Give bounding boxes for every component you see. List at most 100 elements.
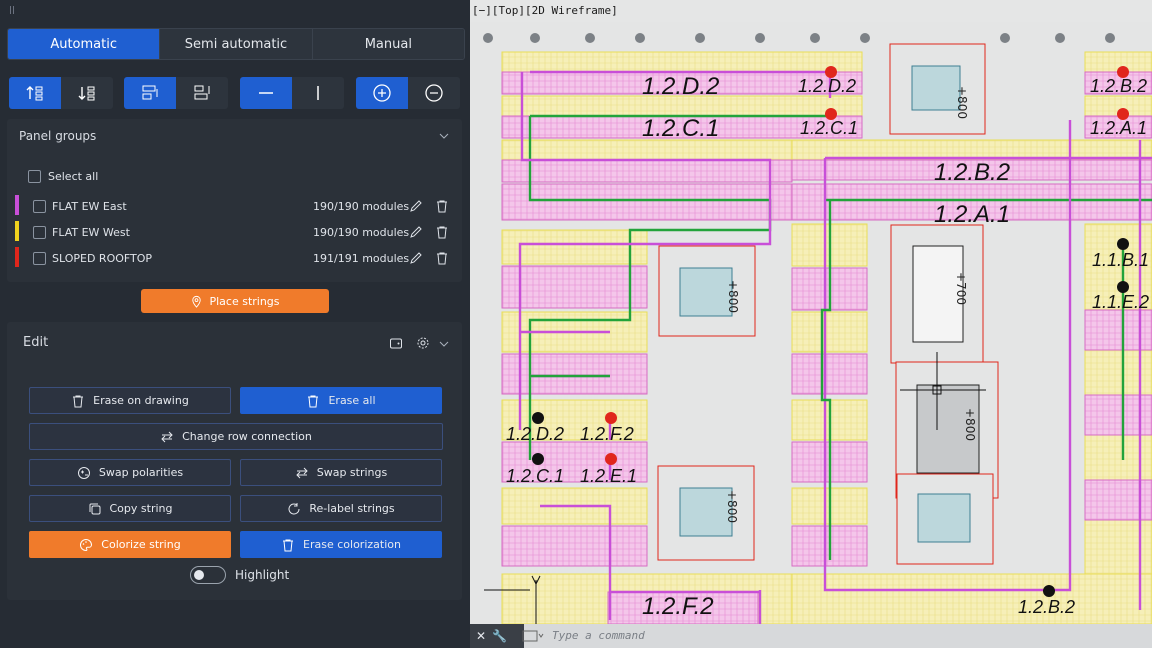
pencil-icon[interactable] bbox=[409, 199, 423, 213]
swap-arrows-icon bbox=[296, 467, 308, 478]
align-columns-button[interactable] bbox=[176, 77, 228, 109]
group-modules-east: 190/190 modules bbox=[313, 200, 410, 213]
group-name-sloped: SLOPED ROOFTOP bbox=[52, 252, 153, 265]
group-color-sloped bbox=[15, 247, 19, 267]
wrench-icon[interactable]: 🔧 bbox=[492, 629, 507, 643]
dim-label: +800 bbox=[726, 280, 740, 313]
string-label: 1.2.F.2 bbox=[580, 424, 634, 444]
align-toolbar bbox=[124, 77, 228, 109]
panel-groups-title: Panel groups bbox=[19, 129, 97, 143]
vertical-line-button[interactable] bbox=[292, 77, 344, 109]
gear-icon[interactable] bbox=[416, 336, 430, 350]
sort-descending-icon bbox=[78, 86, 95, 101]
group-name-east: FLAT EW East bbox=[52, 200, 127, 213]
chevron-down-icon[interactable] bbox=[439, 339, 449, 349]
copy-string-label: Copy string bbox=[109, 502, 173, 515]
line-toolbar bbox=[240, 77, 344, 109]
drawing-canvas[interactable]: +800 +700 +800 +800 +800 1.2.D.2 1.2.D.2… bbox=[470, 0, 1152, 648]
polarity-icon bbox=[77, 466, 90, 479]
string-label: 1.2.B.2 bbox=[1090, 76, 1147, 96]
command-tools: ✕ 🔧 bbox=[470, 624, 524, 648]
group-checkbox-east[interactable] bbox=[33, 200, 46, 213]
close-icon[interactable]: ✕ bbox=[476, 629, 486, 643]
trash-icon bbox=[73, 395, 84, 407]
select-all-label: Select all bbox=[48, 170, 99, 183]
add-button[interactable] bbox=[356, 77, 408, 109]
trash-icon bbox=[308, 395, 319, 407]
tab-automatic[interactable]: Automatic bbox=[8, 29, 161, 59]
copy-string-button[interactable]: Copy string bbox=[29, 495, 231, 522]
drag-grip-icon[interactable] bbox=[10, 6, 14, 14]
highlight-toggle[interactable] bbox=[190, 566, 226, 584]
remove-button[interactable] bbox=[408, 77, 460, 109]
change-row-connection-button[interactable]: Change row connection bbox=[29, 423, 443, 450]
string-label: 1.2.D.2 bbox=[642, 73, 719, 100]
swap-strings-button[interactable]: Swap strings bbox=[240, 459, 442, 486]
highlight-label: Highlight bbox=[235, 568, 290, 582]
toggle-knob bbox=[194, 570, 204, 580]
trash-icon[interactable] bbox=[435, 199, 449, 213]
string-label: 1.2.A.1 bbox=[934, 201, 1010, 228]
swap-polarities-button[interactable]: Swap polarities bbox=[29, 459, 231, 486]
string-label: 1.2.D.2 bbox=[798, 76, 856, 96]
swap-arrows-icon bbox=[161, 431, 173, 442]
trash-icon[interactable] bbox=[435, 251, 449, 265]
place-strings-button[interactable]: Place strings bbox=[141, 289, 329, 313]
select-all-checkbox[interactable] bbox=[28, 170, 41, 183]
relabel-strings-button[interactable]: Re-label strings bbox=[240, 495, 442, 522]
zoom-toolbar bbox=[356, 77, 460, 109]
erase-on-drawing-button[interactable]: Erase on drawing bbox=[29, 387, 231, 414]
plus-circle-icon bbox=[373, 84, 391, 102]
sort-descending-button[interactable] bbox=[61, 77, 113, 109]
cad-viewport[interactable]: [−][Top][2D Wireframe] +800 +700 +800 +8… bbox=[470, 0, 1152, 648]
swap-strings-label: Swap strings bbox=[316, 466, 388, 479]
align-columns-icon bbox=[194, 85, 210, 100]
chevron-down-icon[interactable] bbox=[439, 131, 449, 141]
string-label: 1.2.F.2 bbox=[642, 593, 714, 620]
erase-on-drawing-label: Erase on drawing bbox=[93, 394, 189, 407]
group-color-west bbox=[15, 221, 19, 241]
place-strings-label: Place strings bbox=[209, 294, 280, 308]
trash-icon[interactable] bbox=[435, 225, 449, 239]
command-prompt-icon[interactable] bbox=[522, 630, 544, 642]
group-checkbox-west[interactable] bbox=[33, 226, 46, 239]
string-label: 1.2.E.1 bbox=[580, 466, 637, 486]
align-rows-icon bbox=[142, 85, 158, 100]
pencil-icon[interactable] bbox=[409, 251, 423, 265]
command-bar: ✕ 🔧 Type a command bbox=[470, 624, 1152, 648]
string-label: 1.1.B.1 bbox=[1092, 250, 1149, 270]
string-label: 1.1.E.2 bbox=[1092, 292, 1149, 312]
string-label: 1.2.C.1 bbox=[800, 118, 858, 138]
dim-label: +700 bbox=[954, 272, 968, 305]
colorize-string-button[interactable]: Colorize string bbox=[29, 531, 231, 558]
minus-circle-icon bbox=[425, 84, 443, 102]
edit-title: Edit bbox=[23, 335, 49, 350]
string-label: 1.2.B.2 bbox=[1018, 597, 1075, 617]
sort-ascending-icon bbox=[26, 86, 43, 101]
copy-icon bbox=[89, 503, 100, 514]
pencil-icon[interactable] bbox=[409, 225, 423, 239]
dim-label: +800 bbox=[963, 408, 977, 441]
group-name-west: FLAT EW West bbox=[52, 226, 130, 239]
command-input[interactable]: Type a command bbox=[552, 629, 645, 642]
horizontal-line-icon bbox=[259, 92, 273, 94]
group-color-east bbox=[15, 195, 19, 215]
horizontal-line-button[interactable] bbox=[240, 77, 292, 109]
align-rows-button[interactable] bbox=[124, 77, 176, 109]
palette-icon bbox=[80, 538, 93, 551]
tab-semi-automatic[interactable]: Semi automatic bbox=[160, 29, 313, 59]
relabel-strings-label: Re-label strings bbox=[309, 502, 395, 515]
vertical-line-icon bbox=[317, 86, 319, 100]
colorize-string-label: Colorize string bbox=[101, 538, 181, 551]
group-checkbox-sloped[interactable] bbox=[33, 252, 46, 265]
tab-manual[interactable]: Manual bbox=[312, 29, 464, 59]
string-label: 1.2.D.2 bbox=[506, 424, 564, 444]
dim-label: +800 bbox=[725, 490, 739, 523]
string-label: 1.2.B.2 bbox=[934, 159, 1010, 186]
dim-label: +800 bbox=[955, 86, 969, 119]
sort-ascending-button[interactable] bbox=[9, 77, 61, 109]
wallet-icon[interactable] bbox=[389, 336, 403, 350]
group-modules-sloped: 191/191 modules bbox=[313, 252, 410, 265]
erase-all-button[interactable]: Erase all bbox=[240, 387, 442, 414]
erase-colorization-button[interactable]: Erase colorization bbox=[240, 531, 442, 558]
